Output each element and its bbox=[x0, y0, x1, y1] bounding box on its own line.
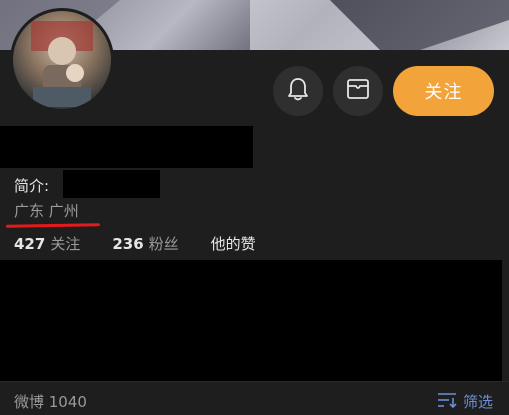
profile-stats: 427 关注 236 粉丝 他的赞 bbox=[14, 233, 288, 254]
notify-button[interactable] bbox=[273, 66, 323, 116]
following-label: 关注 bbox=[50, 235, 81, 253]
mail-icon bbox=[346, 78, 370, 104]
bell-icon bbox=[287, 77, 309, 105]
weibo-count: 微博 1040 bbox=[14, 393, 87, 411]
following-stat[interactable]: 427 关注 bbox=[14, 233, 80, 254]
content-redaction bbox=[0, 260, 502, 381]
filter-label: 筛选 bbox=[462, 393, 493, 411]
message-button[interactable] bbox=[333, 66, 383, 116]
bio-redaction bbox=[63, 170, 160, 198]
feed-toolbar: 微博 1040 筛选 bbox=[0, 381, 509, 415]
likes-stat[interactable]: 他的赞 bbox=[211, 233, 256, 254]
following-count: 427 bbox=[14, 235, 46, 253]
likes-label: 他的赞 bbox=[210, 235, 256, 253]
name-redaction bbox=[0, 126, 253, 168]
location-text: 广东 广州 bbox=[14, 202, 79, 220]
filter-icon bbox=[437, 392, 463, 412]
followers-label: 粉丝 bbox=[148, 235, 179, 253]
followers-stat[interactable]: 236 粉丝 bbox=[112, 233, 178, 254]
follow-button[interactable]: 关注 bbox=[393, 66, 494, 116]
bio-label: 简介: bbox=[14, 177, 50, 195]
avatar[interactable] bbox=[10, 8, 114, 112]
followers-count: 236 bbox=[112, 235, 144, 253]
filter-button[interactable]: 筛选 bbox=[437, 391, 493, 412]
